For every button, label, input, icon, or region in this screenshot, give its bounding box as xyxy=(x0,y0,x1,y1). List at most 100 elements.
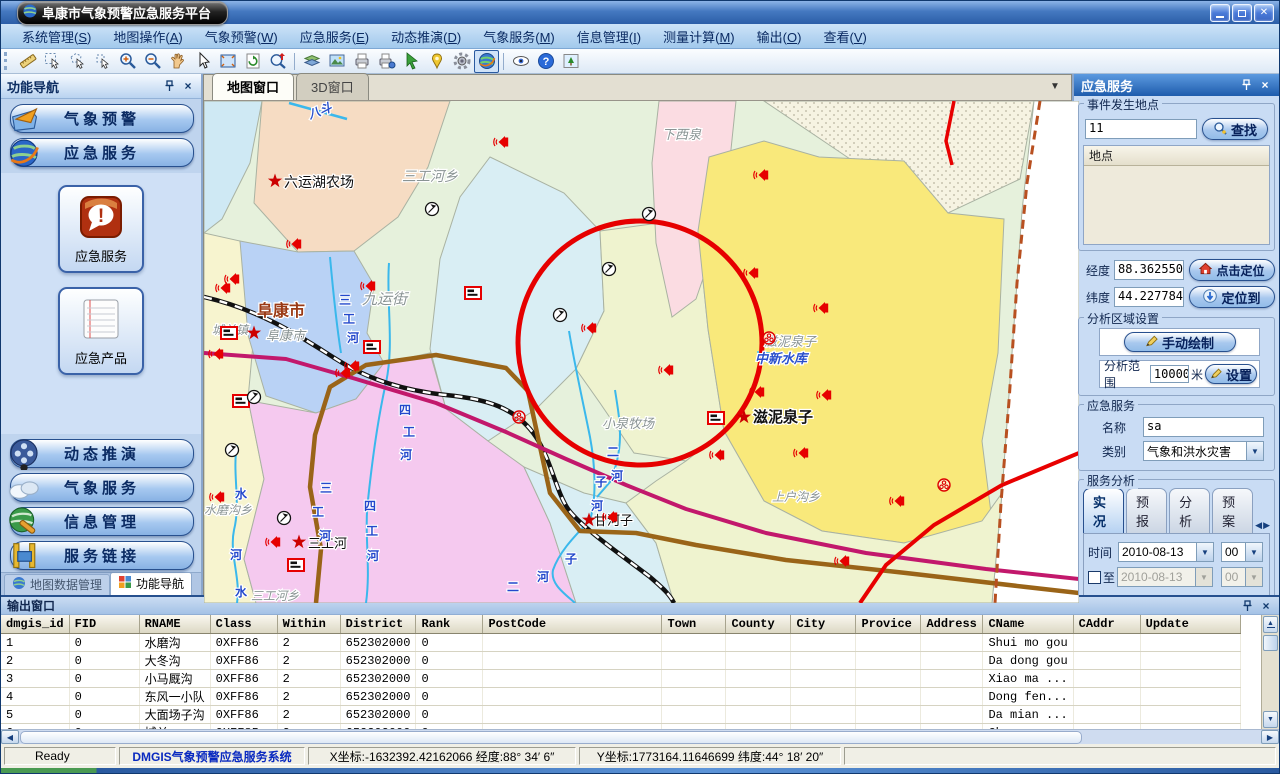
map-svg[interactable]: 六运湖农场三工河乡下西泉九运街阜康市城关镇阜康市滋泥泉子中新水库滋泥泉子小泉牧场… xyxy=(204,101,1079,603)
latitude-input[interactable]: 44.2277844 xyxy=(1114,287,1184,307)
service-type-combo[interactable]: 气象和洪水灾害 ▼ xyxy=(1143,441,1264,461)
eye-visibility-icon[interactable] xyxy=(508,50,533,73)
title-bar[interactable]: 阜康市气象预警应急服务平台 ✕ xyxy=(1,1,1279,24)
table-row[interactable]: 10水磨沟0XFF8626523020000Shui mo gou xyxy=(1,634,1240,652)
tab-scroll-right-icon[interactable]: ▶ xyxy=(1263,520,1270,531)
date-combo[interactable]: 2010-08-13 ▼ xyxy=(1118,542,1214,562)
map-tab-dropdown-icon[interactable]: ▼ xyxy=(1047,81,1063,92)
launcher-应急服务[interactable]: !应急服务 xyxy=(58,185,144,273)
menu-item-气象预警[interactable]: 气象预警(W) xyxy=(194,24,289,49)
analysis-tab-实况[interactable]: 实况 xyxy=(1083,488,1124,533)
scroll-top-icon[interactable]: ▲ xyxy=(1263,616,1278,633)
close-button[interactable]: ✕ xyxy=(1254,4,1274,22)
pin-icon[interactable] xyxy=(1240,599,1254,612)
column-header-CAddr[interactable]: CAddr xyxy=(1073,615,1140,634)
zoom-history-icon[interactable] xyxy=(265,50,290,73)
column-header-CName[interactable]: CName xyxy=(983,615,1073,634)
refresh-icon[interactable] xyxy=(240,50,265,73)
image-export-icon[interactable] xyxy=(324,50,349,73)
scene-view-icon[interactable] xyxy=(558,50,583,73)
left-tab-地图数据管理[interactable]: 地图数据管理 xyxy=(4,574,110,595)
print-setup-icon[interactable] xyxy=(374,50,399,73)
locate-to-button[interactable]: 定位到 xyxy=(1189,286,1275,308)
longitude-input[interactable]: 88.3625506 xyxy=(1114,260,1184,280)
sidebar-item-服务链接[interactable]: 服务链接 xyxy=(10,541,194,570)
click-locate-button[interactable]: 点击定位 xyxy=(1189,259,1275,281)
column-header-PostCode[interactable]: PostCode xyxy=(483,615,662,634)
column-header-Town[interactable]: Town xyxy=(662,615,726,634)
analysis-tab-分析[interactable]: 分析 xyxy=(1169,488,1210,533)
column-header-Update[interactable]: Update xyxy=(1140,615,1240,634)
toolbar-grip[interactable] xyxy=(4,52,11,70)
menu-item-地图操作[interactable]: 地图操作(A) xyxy=(102,24,193,49)
output-vscrollbar[interactable]: ▲ ▼ xyxy=(1261,615,1279,729)
place-list[interactable]: 地点 xyxy=(1083,145,1270,245)
location-keyword-input[interactable]: 11 xyxy=(1085,119,1197,139)
scroll-left-icon[interactable]: ◀ xyxy=(1,730,19,744)
sidebar-item-动态推演[interactable]: 动态推演 xyxy=(10,439,194,468)
settings-icon[interactable] xyxy=(449,50,474,73)
set-range-button[interactable]: 设置 xyxy=(1205,364,1257,384)
minimize-button[interactable] xyxy=(1210,4,1230,22)
menu-item-查看[interactable]: 查看(V) xyxy=(812,24,877,49)
sidebar-item-信息管理[interactable]: 信息管理 xyxy=(10,507,194,536)
search-button[interactable]: 查找 xyxy=(1202,118,1268,140)
pointer-icon[interactable] xyxy=(190,50,215,73)
column-header-City[interactable]: City xyxy=(791,615,856,634)
select-point-icon[interactable] xyxy=(90,50,115,73)
pin-icon[interactable] xyxy=(162,80,176,93)
hscroll-thumb[interactable] xyxy=(20,731,1082,744)
menu-item-信息管理[interactable]: 信息管理(I) xyxy=(566,24,652,49)
select-rect-icon[interactable] xyxy=(40,50,65,73)
tab-scroll-left-icon[interactable]: ◀ xyxy=(1255,520,1262,531)
analysis-tab-预报[interactable]: 预报 xyxy=(1126,488,1167,533)
menu-item-输出[interactable]: 输出(O) xyxy=(746,24,813,49)
column-header-Within[interactable]: Within xyxy=(277,615,340,634)
select-poly-icon[interactable] xyxy=(65,50,90,73)
output-hscrollbar[interactable]: ◀ ▶ xyxy=(1,729,1279,744)
scroll-right-icon[interactable]: ▶ xyxy=(1261,730,1279,744)
column-header-Class[interactable]: Class xyxy=(210,615,277,634)
full-extent-icon[interactable] xyxy=(215,50,240,73)
close-panel-icon[interactable]: × xyxy=(1259,599,1273,612)
column-header-District[interactable]: District xyxy=(340,615,416,634)
column-header-Rank[interactable]: Rank xyxy=(416,615,483,634)
hour-combo[interactable]: 00 ▼ xyxy=(1221,542,1263,562)
analysis-range-input[interactable]: 10000 xyxy=(1150,365,1189,383)
combo-arrow-icon[interactable]: ▼ xyxy=(1245,543,1262,561)
menu-item-系统管理[interactable]: 系统管理(S) xyxy=(11,24,102,49)
column-header-Address[interactable]: Address xyxy=(921,615,983,634)
launcher-应急产品[interactable]: 应急产品 xyxy=(58,287,144,375)
close-panel-icon[interactable]: × xyxy=(181,80,195,93)
green-pointer-icon[interactable] xyxy=(399,50,424,73)
close-panel-icon[interactable]: × xyxy=(1258,79,1272,92)
left-tab-功能导航[interactable]: 功能导航 xyxy=(110,572,192,595)
menu-item-气象服务[interactable]: 气象服务(M) xyxy=(472,24,566,49)
sidebar-item-应急服务[interactable]: 应急服务 xyxy=(10,138,194,167)
column-header-FID[interactable]: FID xyxy=(69,615,139,634)
table-row[interactable]: 30小马厩沟0XFF8626523020000Xiao ma ... xyxy=(1,670,1240,688)
layers-icon[interactable] xyxy=(299,50,324,73)
pan-icon[interactable] xyxy=(165,50,190,73)
table-row[interactable]: 40东风一小队0XFF8626523020000Dong fen... xyxy=(1,688,1240,706)
menu-item-应急服务[interactable]: 应急服务(E) xyxy=(289,24,380,49)
globe-network-icon[interactable] xyxy=(474,50,499,73)
column-header-Provice[interactable]: Provice xyxy=(856,615,921,634)
column-header-RNAME[interactable]: RNAME xyxy=(139,615,210,634)
time-range-checkbox[interactable] xyxy=(1088,571,1101,584)
print-icon[interactable] xyxy=(349,50,374,73)
output-table[interactable]: dmgis_idFIDRNAMEClassWithinDistrictRankP… xyxy=(1,615,1241,729)
zoom-out-icon[interactable] xyxy=(140,50,165,73)
column-header-County[interactable]: County xyxy=(726,615,791,634)
service-name-input[interactable]: sa xyxy=(1143,417,1264,437)
combo-arrow-icon[interactable]: ▼ xyxy=(1196,543,1213,561)
table-row[interactable]: 20大冬沟0XFF8626523020000Da dong gou xyxy=(1,652,1240,670)
menu-item-动态推演[interactable]: 动态推演(D) xyxy=(380,24,472,49)
table-row[interactable]: 50大面场子沟0XFF8626523020000Da mian ... xyxy=(1,706,1240,724)
pin-icon[interactable] xyxy=(1239,79,1253,92)
measure-icon[interactable] xyxy=(15,50,40,73)
zoom-in-icon[interactable] xyxy=(115,50,140,73)
column-header-dmgis_id[interactable]: dmgis_id xyxy=(1,615,69,634)
analysis-tab-预案[interactable]: 预案 xyxy=(1212,488,1253,533)
menu-item-测量计算[interactable]: 测量计算(M) xyxy=(652,24,746,49)
